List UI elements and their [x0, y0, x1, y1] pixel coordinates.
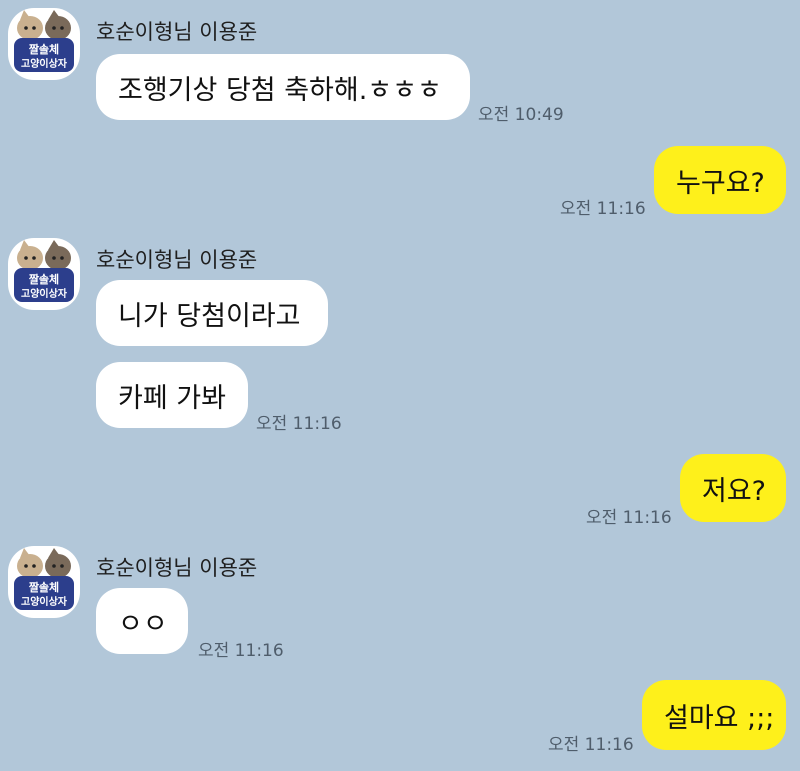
cat-box-logo-icon: 짤솔체 고양이상자: [14, 548, 74, 610]
message-bubble[interactable]: 누구요?: [654, 146, 786, 214]
svg-text:고양이상자: 고양이상자: [21, 595, 68, 608]
cat-box-logo-icon: 짤솔체 고양이상자: [14, 10, 74, 72]
message-text: 저요?: [702, 475, 767, 507]
svg-text:짤솔체: 짤솔체: [29, 42, 59, 56]
svg-text:짤솔체: 짤솔체: [29, 272, 59, 286]
message-time: 오전 11:16: [256, 414, 342, 434]
avatar[interactable]: 짤솔체 고양이상자: [8, 238, 80, 310]
message-text: 설마요 ;;;: [664, 702, 775, 734]
message-text: 누구요?: [676, 167, 765, 199]
message-bubble[interactable]: 조행기상 당첨 축하해.ㅎㅎㅎ: [96, 54, 470, 120]
svg-text:고양이상자: 고양이상자: [21, 287, 68, 300]
message-text: 니가 당첨이라고: [118, 300, 301, 332]
message-bubble[interactable]: 니가 당첨이라고: [96, 280, 328, 346]
avatar[interactable]: 짤솔체 고양이상자: [8, 8, 80, 80]
message-time: 오전 10:49: [478, 105, 564, 125]
message-text: 조행기상 당첨 축하해.ㅎㅎㅎ: [118, 74, 442, 106]
message-time: 오전 11:16: [586, 508, 672, 528]
message-text: ㅇㅇ: [118, 608, 168, 640]
cat-box-logo-icon: 짤솔체 고양이상자: [14, 240, 74, 302]
message-text: 카페 가봐: [118, 382, 226, 414]
svg-text:고양이상자: 고양이상자: [21, 57, 68, 70]
sender-name: 호순이형님 이용준: [96, 20, 258, 44]
message-bubble[interactable]: ㅇㅇ: [96, 588, 188, 654]
message-bubble[interactable]: 카페 가봐: [96, 362, 248, 428]
message-time: 오전 11:16: [560, 199, 646, 219]
svg-text:짤솔체: 짤솔체: [29, 580, 59, 594]
avatar[interactable]: 짤솔체 고양이상자: [8, 546, 80, 618]
sender-name: 호순이형님 이용준: [96, 556, 258, 580]
message-bubble[interactable]: 설마요 ;;;: [642, 680, 786, 750]
message-time: 오전 11:16: [198, 641, 284, 661]
message-bubble[interactable]: 저요?: [680, 454, 786, 522]
message-time: 오전 11:16: [548, 735, 634, 755]
sender-name: 호순이형님 이용준: [96, 248, 258, 272]
